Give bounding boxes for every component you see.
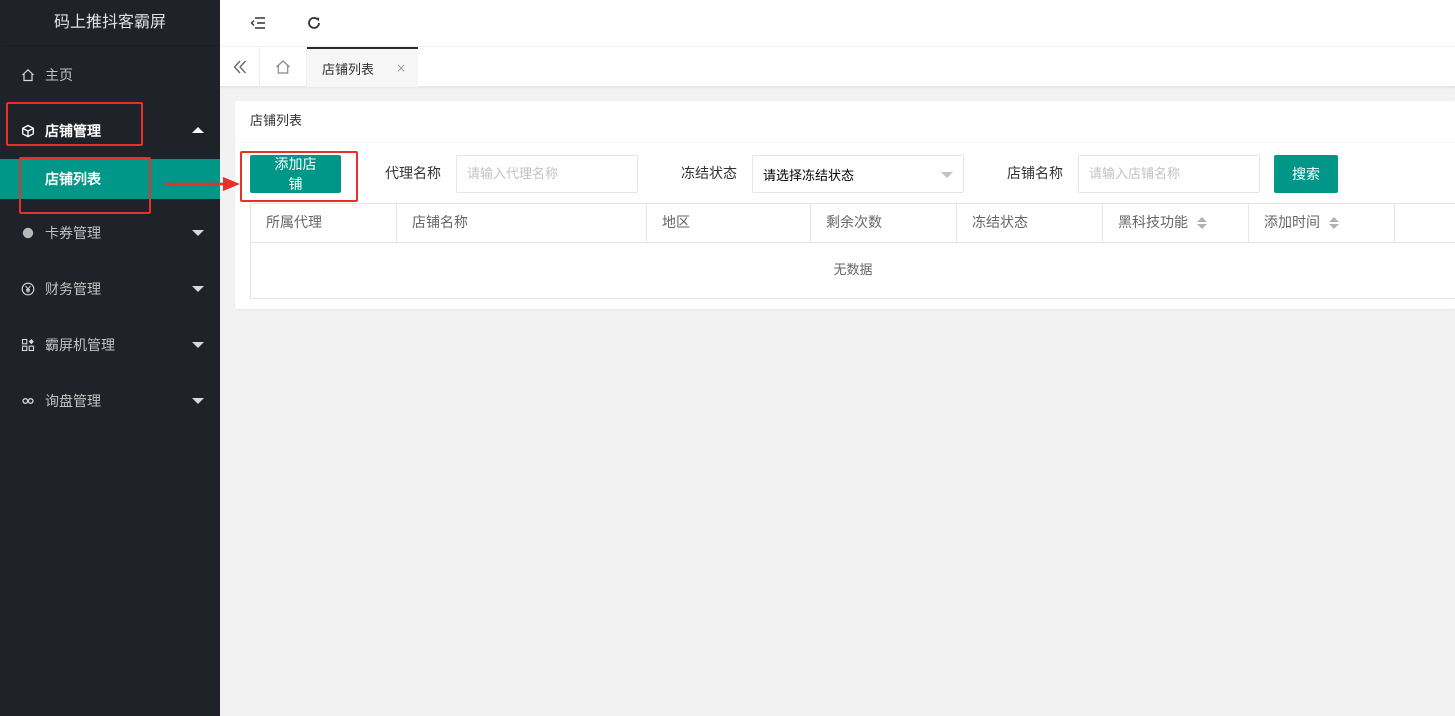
column-actions bbox=[1395, 204, 1455, 242]
add-shop-button[interactable]: 添加店铺 bbox=[250, 155, 341, 193]
caret-down-icon bbox=[192, 230, 204, 236]
column-region: 地区 bbox=[647, 204, 811, 242]
column-label: 添加时间 bbox=[1264, 215, 1320, 231]
shop-name-label: 店铺名称 bbox=[1007, 166, 1063, 182]
double-chevron-left-icon[interactable] bbox=[220, 47, 260, 87]
sidebar-item-label: 财务管理 bbox=[45, 282, 101, 298]
card-title: 店铺列表 bbox=[235, 101, 1455, 143]
sidebar-item-screen-machine-management[interactable]: 霸屏机管理 bbox=[0, 317, 220, 373]
cube-icon bbox=[20, 123, 36, 139]
apps-icon bbox=[20, 337, 36, 353]
sidebar-item-finance-management[interactable]: 财务管理 bbox=[0, 261, 220, 317]
sidebar-item-shop-list[interactable]: 店铺列表 bbox=[0, 159, 220, 199]
tab-label: 店铺列表 bbox=[322, 62, 375, 78]
sidebar-item-label: 主页 bbox=[45, 68, 73, 84]
sidebar-item-shop-management[interactable]: 店铺管理 bbox=[0, 103, 220, 159]
sidebar-item-label: 询盘管理 bbox=[45, 394, 101, 410]
column-agent: 所属代理 bbox=[251, 204, 397, 242]
sidebar-item-label: 霸屏机管理 bbox=[45, 338, 115, 354]
sidebar-item-inquiry-management[interactable]: 询盘管理 bbox=[0, 373, 220, 429]
home-icon bbox=[20, 67, 36, 83]
column-freeze-status: 冻结状态 bbox=[957, 204, 1103, 242]
freeze-status-value: 请选择冻结状态 bbox=[763, 168, 855, 184]
sidebar-item-label: 店铺管理 bbox=[45, 124, 101, 140]
tab-bar: 店铺列表 × bbox=[220, 47, 1455, 87]
sidebar-item-home[interactable]: 主页 bbox=[0, 47, 220, 103]
agent-name-input[interactable] bbox=[456, 155, 638, 193]
home-icon[interactable] bbox=[260, 47, 307, 87]
app-title: 码上推抖客霸屏 bbox=[0, 0, 220, 45]
sort-icon[interactable] bbox=[1197, 217, 1207, 229]
sidebar-item-coupon-management[interactable]: 卡券管理 bbox=[0, 205, 220, 261]
caret-down-icon bbox=[192, 398, 204, 404]
yen-icon bbox=[20, 281, 36, 297]
caret-down-icon bbox=[192, 286, 204, 292]
menu-collapse-icon[interactable] bbox=[242, 8, 274, 38]
freeze-status-select[interactable]: 请选择冻结状态 bbox=[752, 155, 964, 193]
column-added-time[interactable]: 添加时间 bbox=[1249, 204, 1395, 242]
column-remaining-count: 剩余次数 bbox=[811, 204, 957, 242]
shop-name-input[interactable] bbox=[1078, 155, 1260, 193]
shop-table: 所属代理 店铺名称 地区 剩余次数 冻结状态 黑科技功能 添加时间 无数据 bbox=[250, 203, 1455, 299]
top-header bbox=[220, 0, 1455, 47]
caret-down-icon bbox=[192, 342, 204, 348]
sidebar: 码上推抖客霸屏 主页 店铺管理 店铺列表 卡券管理 财务管理 霸屏机管理 询盘管… bbox=[0, 0, 220, 716]
column-tech-feature[interactable]: 黑科技功能 bbox=[1103, 204, 1249, 242]
column-shop-name: 店铺名称 bbox=[397, 204, 647, 242]
empty-state: 无数据 bbox=[833, 263, 873, 278]
link-icon bbox=[20, 393, 36, 409]
submenu: 店铺列表 bbox=[0, 159, 220, 199]
shop-list-card: 店铺列表 添加店铺 代理名称 冻结状态 请选择冻结状态 店铺名称 搜索 所属代理… bbox=[235, 101, 1455, 309]
search-button[interactable]: 搜索 bbox=[1274, 155, 1338, 193]
chevron-down-icon bbox=[941, 172, 953, 178]
sidebar-item-label: 卡券管理 bbox=[45, 226, 101, 242]
column-label: 黑科技功能 bbox=[1118, 215, 1188, 231]
refresh-icon[interactable] bbox=[298, 8, 330, 38]
circle-icon bbox=[20, 225, 36, 241]
sidebar-subitem-label: 店铺列表 bbox=[45, 172, 101, 188]
tab-shop-list[interactable]: 店铺列表 × bbox=[307, 47, 418, 87]
caret-up-icon bbox=[192, 127, 204, 133]
close-icon[interactable]: × bbox=[396, 61, 406, 75]
agent-name-label: 代理名称 bbox=[385, 166, 441, 182]
table-header: 所属代理 店铺名称 地区 剩余次数 冻结状态 黑科技功能 添加时间 bbox=[251, 204, 1455, 243]
freeze-status-label: 冻结状态 bbox=[681, 166, 737, 182]
sort-icon[interactable] bbox=[1329, 217, 1339, 229]
